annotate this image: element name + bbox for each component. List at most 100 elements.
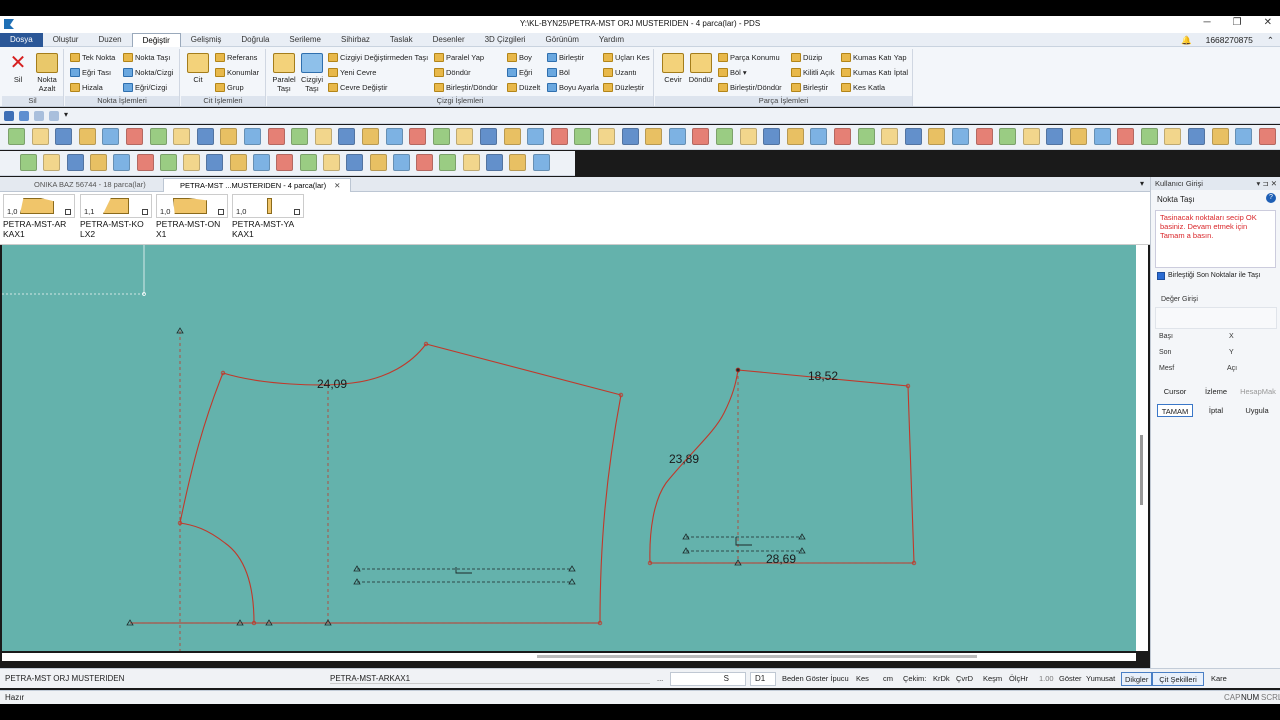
egri-button[interactable]: Eğri — [507, 68, 532, 77]
menu-taslak[interactable]: Taslak — [380, 33, 423, 47]
toolbar-row-2-tool-icon[interactable] — [113, 154, 131, 171]
toolbar-row-1-tool-icon[interactable] — [1164, 128, 1182, 145]
cevir-button[interactable]: Cevir — [659, 53, 687, 84]
toolbar-row-1-tool-icon[interactable] — [1117, 128, 1135, 145]
birlestir-dondur-button[interactable]: Birleştir/Döndür — [434, 83, 498, 92]
duzip-button[interactable]: Düzip — [791, 53, 822, 62]
parca-birlestir-button[interactable]: Birleştir — [791, 83, 828, 92]
piece-select-icon[interactable] — [65, 209, 71, 215]
toolbar-row-1-tool-icon[interactable] — [881, 128, 899, 145]
toolbar-row-1-tool-icon[interactable] — [1070, 128, 1087, 145]
toolbar-row-1-tool-icon[interactable] — [126, 128, 143, 145]
menu-desenler[interactable]: Desenler — [423, 33, 475, 47]
toolbar-row-2-tool-icon[interactable] — [369, 154, 387, 171]
cizgiyi-tasi-button[interactable]: Cizgiyi Taşı — [298, 53, 326, 93]
piece-outline[interactable] — [130, 343, 622, 624]
toolbar-row-1-tool-icon[interactable] — [1046, 128, 1064, 145]
toolbar-row-1-tool-icon[interactable] — [480, 128, 497, 145]
toolbar-row-2-tool-icon[interactable] — [322, 154, 340, 171]
toolbar-row-1-tool-icon[interactable] — [55, 128, 73, 145]
piece-select-icon[interactable] — [294, 209, 300, 215]
menu-gorunum[interactable]: Görünüm — [536, 33, 589, 47]
konumlar-button[interactable]: Konumlar — [215, 68, 259, 77]
toolbar-row-1-tool-icon[interactable] — [786, 128, 804, 145]
size-select[interactable]: S — [670, 672, 746, 686]
toolbar-row-1-tool-icon[interactable] — [244, 128, 261, 145]
maximize-button[interactable]: ❐ — [1233, 17, 1242, 28]
toolbar-row-2-tool-icon[interactable] — [206, 154, 224, 171]
yeni-cevre-button[interactable]: Yeni Cevre — [328, 68, 376, 77]
toolbar-row-1-tool-icon[interactable] — [810, 128, 828, 145]
ribbon-collapse-icon[interactable]: ⌃ — [1267, 33, 1274, 47]
egri-tasi-button[interactable]: Eğri Tası — [70, 68, 111, 77]
toolbar-row-1-tool-icon[interactable] — [857, 128, 875, 145]
referans-button[interactable]: Referans — [215, 53, 257, 62]
piece-on[interactable]: 18,52 23,89 28,69 — [647, 367, 917, 566]
toolbar-row-2-tool-icon[interactable] — [439, 154, 457, 171]
tamam-button[interactable]: TAMAM — [1157, 404, 1193, 417]
bol-button[interactable]: Böl — [547, 68, 570, 77]
toolbar-row-1-tool-icon[interactable] — [173, 128, 191, 145]
menu-3d-cizgileri[interactable]: 3D Çizgileri — [475, 33, 536, 47]
toolbar-row-1-tool-icon[interactable] — [267, 128, 285, 145]
parca-dondur-button[interactable]: Döndür — [687, 53, 715, 84]
toolbar-row-1-tool-icon[interactable] — [621, 128, 639, 145]
cit-button[interactable]: Cit — [185, 53, 211, 84]
customize-quick-access-icon[interactable]: ▾ — [64, 110, 68, 119]
tek-nokta-button[interactable]: Tek Nokta — [70, 53, 115, 62]
nokta-cizgi-button[interactable]: Nokta/Cizgi — [123, 68, 173, 77]
kesm-button[interactable]: Keşm — [980, 672, 1005, 686]
help-icon[interactable]: ? — [1266, 193, 1276, 203]
toolbar-row-2-tool-icon[interactable] — [462, 154, 480, 171]
hesap-makinesi-button[interactable]: HesapMak — [1239, 385, 1277, 398]
toolbar-row-1-tool-icon[interactable] — [1188, 128, 1205, 145]
toolbar-row-1-tool-icon[interactable] — [1258, 128, 1276, 145]
toolbar-row-1-tool-icon[interactable] — [409, 128, 427, 145]
tabs-dropdown-icon[interactable]: ▾ — [1140, 179, 1144, 188]
minimize-button[interactable]: ─ — [1204, 17, 1211, 28]
toolbar-row-1-tool-icon[interactable] — [1022, 128, 1040, 145]
menu-yardim[interactable]: Yardım — [589, 33, 634, 47]
toolbar-row-1-tool-icon[interactable] — [999, 128, 1017, 145]
toolbar-row-1-tool-icon[interactable] — [1093, 128, 1111, 145]
toolbar-row-2-tool-icon[interactable] — [276, 154, 294, 171]
birlestir-button[interactable]: Birleştir — [547, 53, 584, 62]
toolbar-row-1-tool-icon[interactable] — [314, 128, 332, 145]
kumas-kati-iptal-button[interactable]: Kumas Katı İptal — [841, 68, 908, 77]
toolbar-row-1-tool-icon[interactable] — [952, 128, 969, 145]
kare-button[interactable]: Kare — [1208, 672, 1230, 686]
tab-petra-mst[interactable]: PETRA-MST ...MUSTERIDEN - 4 parca(lar) ✕ — [163, 178, 352, 192]
toolbar-row-2-tool-icon[interactable] — [346, 154, 364, 171]
menu-dosya[interactable]: Dosya — [0, 32, 43, 47]
uzanti-button[interactable]: Uzantı — [603, 68, 637, 77]
save-icon[interactable] — [4, 111, 14, 121]
piece-outline[interactable] — [649, 369, 915, 564]
cvrd-button[interactable]: ÇvrD — [953, 672, 976, 686]
kes-katla-button[interactable]: Kes Katla — [841, 83, 885, 92]
toolbar-row-1-tool-icon[interactable] — [834, 128, 851, 145]
toolbar-row-2-tool-icon[interactable] — [509, 154, 527, 171]
egri-cizgi-button[interactable]: Eğri/Cizgi — [123, 83, 167, 92]
redo-icon[interactable] — [34, 111, 44, 121]
refresh-icon[interactable] — [49, 111, 59, 121]
toolbar-row-1-tool-icon[interactable] — [716, 128, 733, 145]
boyu-ayarla-button[interactable]: Boyu Ayarla — [547, 83, 599, 92]
menu-serileme[interactable]: Serileme — [279, 33, 331, 47]
toolbar-row-1-tool-icon[interactable] — [1211, 128, 1229, 145]
toolbar-row-1-tool-icon[interactable] — [975, 128, 993, 145]
kilitli-acik-button[interactable]: Kilitli Açık — [791, 68, 835, 77]
kumas-kati-yap-button[interactable]: Kumas Katı Yap — [841, 53, 907, 62]
drawing-canvas[interactable]: 24,09 18,52 23,89 28,69 — [2, 245, 1136, 651]
nokta-azalt-button[interactable]: Nokta Azalt — [32, 53, 62, 93]
paralel-yap-button[interactable]: Paralel Yap — [434, 53, 484, 62]
browse-button[interactable]: ... — [654, 672, 666, 686]
toolbar-row-1-tool-icon[interactable] — [574, 128, 592, 145]
krdk-button[interactable]: KrDk — [930, 672, 953, 686]
parca-konumu-button[interactable]: Parça Konumu — [718, 53, 780, 62]
piece-card[interactable]: 1,0 PETRA-MST-YA KAX1 — [232, 194, 304, 239]
toolbar-row-2-tool-icon[interactable] — [159, 154, 177, 171]
toolbar-row-2-tool-icon[interactable] — [136, 154, 154, 171]
iptal-button[interactable]: İptal — [1198, 404, 1234, 417]
menu-olustur[interactable]: Oluştur — [43, 33, 89, 47]
d1-select[interactable]: D1 — [750, 672, 776, 686]
